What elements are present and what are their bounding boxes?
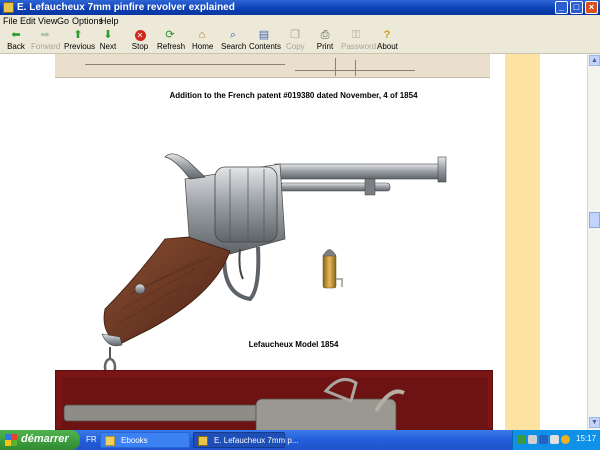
search-icon: ⌕: [229, 29, 237, 41]
previous-button[interactable]: ⬆ Previous: [64, 29, 96, 51]
print-button[interactable]: ⎙ Print: [316, 29, 334, 51]
close-button[interactable]: ×: [585, 1, 598, 14]
refresh-icon: ⟳: [165, 29, 175, 41]
password-button[interactable]: ⚿ Password: [341, 29, 376, 51]
previous-label: Previous: [64, 42, 96, 51]
print-label: Print: [316, 42, 334, 51]
tray-icon-2[interactable]: [528, 435, 537, 444]
about-icon: ?: [383, 29, 391, 41]
back-label: Back: [7, 42, 25, 51]
search-label: Search: [221, 42, 247, 51]
task-ebooks-label: Ebooks: [121, 436, 148, 445]
window-title: E. Lefaucheux 7mm pinfire revolver expla…: [17, 2, 235, 13]
home-icon: ⌂: [198, 29, 206, 41]
stop-label: Stop: [131, 42, 149, 51]
contents-label: Contents: [249, 42, 282, 51]
app-icon: [3, 2, 14, 13]
up-arrow-icon: ⬆: [73, 29, 83, 41]
copy-icon: ❐: [290, 29, 300, 41]
tray-icon-4[interactable]: [550, 435, 559, 444]
patent-caption: Addition to the French patent #019380 da…: [169, 91, 418, 100]
forward-arrow-icon: ➡: [40, 29, 50, 41]
tray-icon-1[interactable]: [517, 435, 526, 444]
windows-logo-icon: [5, 434, 17, 446]
scroll-down-arrow-icon[interactable]: ▼: [589, 417, 600, 428]
forward-button[interactable]: ➡ Forward: [31, 29, 61, 51]
task-lefaucheux[interactable]: E. Lefaucheux 7mm p...: [193, 432, 299, 448]
patent-drawing-image: [55, 54, 490, 78]
task-ebooks[interactable]: Ebooks: [100, 432, 190, 448]
contents-icon: ▤: [258, 29, 270, 41]
down-arrow-icon: ⬇: [103, 29, 113, 41]
model-caption: Lefaucheux Model 1854: [248, 340, 339, 349]
refresh-button[interactable]: ⟳ Refresh: [157, 29, 186, 51]
back-arrow-icon: ⬅: [11, 29, 21, 41]
about-label: About: [377, 42, 398, 51]
folder-icon: [105, 436, 115, 446]
menu-bar: File Edit View Go Options Help: [0, 15, 600, 27]
revolver-photo: [55, 370, 493, 430]
copy-button[interactable]: ❐ Copy: [286, 29, 305, 51]
system-tray: 15:17: [512, 430, 600, 450]
back-button[interactable]: ⬅ Back: [5, 29, 27, 51]
tray-icon-5[interactable]: [561, 435, 570, 444]
copy-label: Copy: [286, 42, 305, 51]
scroll-up-arrow-icon[interactable]: ▲: [589, 55, 600, 66]
language-indicator[interactable]: FR: [86, 435, 97, 444]
stop-button[interactable]: ✕ Stop: [130, 29, 150, 51]
scroll-thumb[interactable]: [589, 212, 600, 228]
search-button[interactable]: ⌕ Search: [221, 29, 247, 51]
about-button[interactable]: ? About: [377, 29, 398, 51]
clock[interactable]: 15:17: [576, 434, 596, 443]
start-button[interactable]: démarrer: [0, 430, 80, 450]
menu-file[interactable]: File: [3, 16, 18, 26]
title-bar[interactable]: E. Lefaucheux 7mm pinfire revolver expla…: [0, 0, 600, 15]
tray-icon-3[interactable]: [539, 435, 548, 444]
home-label: Home: [192, 42, 214, 51]
maximize-button[interactable]: □: [570, 1, 583, 14]
password-icon: ⚿: [351, 29, 361, 41]
forward-label: Forward: [31, 42, 61, 51]
menu-view[interactable]: View: [38, 16, 57, 26]
menu-go[interactable]: Go: [57, 16, 69, 26]
next-label: Next: [99, 42, 117, 51]
menu-edit[interactable]: Edit: [20, 16, 36, 26]
refresh-label: Refresh: [157, 42, 186, 51]
toolbar: ⬅ Back ➡ Forward ⬆ Previous ⬇ Next ✕ Sto…: [0, 27, 600, 54]
task-lefaucheux-label: E. Lefaucheux 7mm p...: [214, 436, 299, 445]
password-label: Password: [341, 42, 377, 51]
page-side-rail: [505, 54, 540, 430]
menu-options[interactable]: Options: [72, 16, 103, 26]
contents-button[interactable]: ▤ Contents: [249, 29, 282, 51]
next-button[interactable]: ⬇ Next: [98, 29, 118, 51]
home-button[interactable]: ⌂ Home: [192, 29, 214, 51]
revolver-photo-gun: [63, 377, 405, 430]
start-label: démarrer: [21, 433, 69, 445]
stop-icon: ✕: [134, 29, 147, 41]
minimize-button[interactable]: _: [555, 1, 568, 14]
vertical-scrollbar[interactable]: ▲ ▼: [587, 54, 600, 430]
document-view[interactable]: Addition to the French patent #019380 da…: [0, 54, 587, 430]
ebook-app-icon: [198, 436, 208, 446]
taskbar: démarrer FR Ebooks E. Lefaucheux 7mm p..…: [0, 430, 600, 450]
print-icon: ⎙: [320, 29, 330, 41]
menu-help[interactable]: Help: [100, 16, 119, 26]
